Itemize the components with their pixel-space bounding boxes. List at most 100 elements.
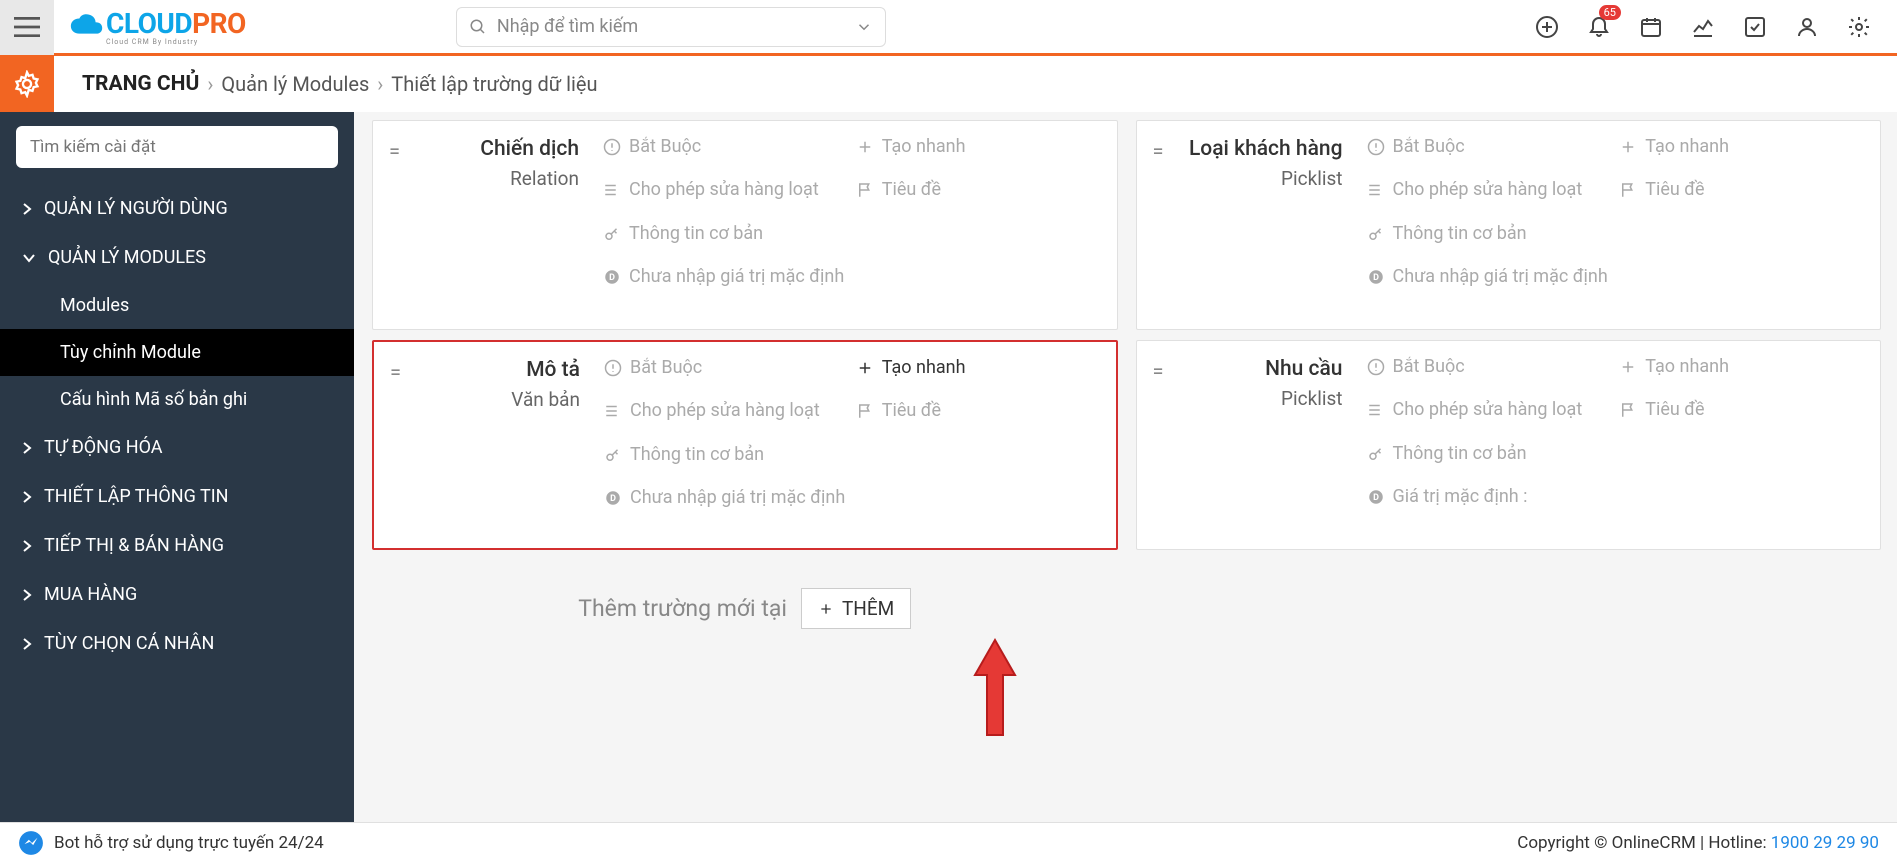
drag-handle-icon[interactable]: = (1153, 135, 1177, 311)
sidebar-item-automation[interactable]: TỰ ĐỘNG HÓA (0, 423, 354, 472)
exclamation-icon (603, 138, 621, 156)
exclamation-icon (604, 359, 622, 377)
notifications-button[interactable]: 65 (1587, 15, 1611, 39)
prop-mass-edit[interactable]: Cho phép sửa hàng loạt (1367, 398, 1612, 421)
field-name: Loại khách hàng (1177, 137, 1343, 161)
drag-handle-icon[interactable]: = (389, 135, 413, 311)
footer-hotline[interactable]: 1900 29 29 90 (1771, 833, 1879, 853)
top-header: CLOUDPRO Cloud CRM By Industry 65 (0, 0, 1897, 56)
prop-quick-create[interactable]: Tạo nhanh (1619, 135, 1864, 158)
sidebar-search (16, 126, 338, 168)
prop-header[interactable]: Tiêu đề (856, 399, 1100, 422)
tasks-button[interactable] (1743, 15, 1767, 39)
drag-handle-icon[interactable]: = (1153, 355, 1177, 531)
prop-header[interactable]: Tiêu đề (1619, 398, 1864, 421)
field-header: Chiến dịch Relation (413, 135, 603, 311)
logo[interactable]: CLOUDPRO Cloud CRM By Industry (68, 7, 246, 46)
prop-basic[interactable]: Thông tin cơ bản (1367, 442, 1865, 465)
add-button[interactable] (1535, 15, 1559, 39)
notification-badge: 65 (1599, 5, 1621, 20)
analytics-button[interactable] (1691, 15, 1715, 39)
settings-indicator[interactable] (0, 56, 54, 112)
prop-mass-edit[interactable]: Cho phép sửa hàng loạt (1367, 178, 1612, 201)
settings-sidebar: QUẢN LÝ NGƯỜI DÙNG QUẢN LÝ MODULES Modul… (0, 112, 354, 822)
svg-text:D: D (609, 273, 615, 283)
prop-required[interactable]: Bắt Buộc (1367, 135, 1612, 158)
prop-default[interactable]: DChưa nhập giá trị mặc định (604, 486, 1100, 509)
prop-required[interactable]: Bắt Buộc (603, 135, 848, 158)
header-icons: 65 (1535, 15, 1897, 39)
field-card-customer-type[interactable]: = Loại khách hàng Picklist Bắt Buộc Tạo … (1136, 120, 1882, 330)
chevron-right-icon (22, 490, 32, 504)
search-icon (469, 18, 487, 36)
gear-icon (13, 70, 41, 98)
footer-copyright: Copyright © OnlineCRM (1517, 833, 1696, 853)
prop-default[interactable]: DChưa nhập giá trị mặc định (1367, 265, 1865, 288)
content-area: = Chiến dịch Relation Bắt Buộc Tạo nhanh… (354, 112, 1897, 822)
prop-basic[interactable]: Thông tin cơ bản (604, 443, 1100, 466)
sidebar-item-info[interactable]: THIẾT LẬP THÔNG TIN (0, 472, 354, 521)
plus-circle-icon (1535, 15, 1559, 39)
sidebar-item-label: THIẾT LẬP THÔNG TIN (44, 486, 228, 507)
prop-required[interactable]: Bắt Buộc (604, 356, 848, 379)
flag-icon (1619, 181, 1637, 199)
plus-icon (1619, 358, 1637, 376)
sidebar-item-label: TỰ ĐỘNG HÓA (44, 437, 163, 458)
sidebar-search-input[interactable] (16, 126, 338, 168)
prop-quick-create[interactable]: Tạo nhanh (856, 135, 1101, 158)
profile-button[interactable] (1795, 15, 1819, 39)
prop-basic[interactable]: Thông tin cơ bản (1367, 222, 1865, 245)
d-circle-icon: D (1367, 488, 1385, 506)
field-properties: Bắt Buộc Tạo nhanh Cho phép sửa hàng loạ… (1367, 135, 1865, 311)
breadcrumb-bar: TRANG CHỦ › Quản lý Modules › Thiết lập … (0, 56, 1897, 112)
sidebar-item-users[interactable]: QUẢN LÝ NGƯỜI DÙNG (0, 184, 354, 233)
layers-icon (1367, 401, 1385, 419)
field-properties: Bắt Buộc Tạo nhanh Cho phép sửa hàng loạ… (1367, 355, 1865, 531)
gear-icon (1847, 15, 1871, 39)
field-type: Relation (413, 167, 579, 190)
calendar-button[interactable] (1639, 15, 1663, 39)
prop-default[interactable]: DChưa nhập giá trị mặc định (603, 265, 1101, 288)
breadcrumb: TRANG CHỦ › Quản lý Modules › Thiết lập … (82, 72, 598, 96)
prop-header[interactable]: Tiêu đề (856, 178, 1101, 201)
field-card-description[interactable]: = Mô tả Văn bản Bắt Buộc Tạo nhanh Cho p… (372, 340, 1118, 550)
sidebar-item-personal[interactable]: TÙY CHỌN CÁ NHÂN (0, 619, 354, 668)
settings-button[interactable] (1847, 15, 1871, 39)
field-card-demand[interactable]: = Nhu cầu Picklist Bắt Buộc Tạo nhanh Ch… (1136, 340, 1882, 550)
sidebar-item-marketing[interactable]: TIẾP THỊ & BÁN HÀNG (0, 521, 354, 570)
footer-hotline-label: Hotline: (1708, 833, 1766, 853)
global-search[interactable] (456, 7, 886, 47)
user-icon (1795, 15, 1819, 39)
prop-mass-edit[interactable]: Cho phép sửa hàng loạt (603, 178, 848, 201)
prop-mass-edit[interactable]: Cho phép sửa hàng loạt (604, 399, 848, 422)
sidebar-item-modules[interactable]: QUẢN LÝ MODULES (0, 233, 354, 282)
sidebar-sub-modules[interactable]: Modules (0, 282, 354, 329)
sidebar-item-label: TIẾP THỊ & BÁN HÀNG (44, 535, 224, 556)
add-field-button[interactable]: THÊM (801, 588, 911, 629)
add-field-row: Thêm trường mới tại THÊM (372, 560, 1118, 657)
drag-handle-icon[interactable]: = (390, 356, 414, 530)
field-header: Nhu cầu Picklist (1177, 355, 1367, 531)
search-input[interactable] (497, 16, 855, 37)
sidebar-sub-customize[interactable]: Tùy chỉnh Module (0, 329, 354, 376)
messenger-icon[interactable] (18, 830, 44, 856)
field-properties: Bắt Buộc Tạo nhanh Cho phép sửa hàng loạ… (603, 135, 1101, 311)
prop-required[interactable]: Bắt Buộc (1367, 355, 1612, 378)
prop-header[interactable]: Tiêu đề (1619, 178, 1864, 201)
exclamation-icon (1367, 138, 1385, 156)
breadcrumb-modules[interactable]: Quản lý Modules (221, 72, 369, 96)
field-card-campaign[interactable]: = Chiến dịch Relation Bắt Buộc Tạo nhanh… (372, 120, 1118, 330)
sidebar-item-purchase[interactable]: MUA HÀNG (0, 570, 354, 619)
hamburger-menu[interactable] (0, 0, 54, 55)
prop-quick-create[interactable]: Tạo nhanh (856, 356, 1100, 379)
breadcrumb-fields: Thiết lập trường dữ liệu (391, 72, 597, 96)
breadcrumb-home[interactable]: TRANG CHỦ (82, 72, 199, 96)
prop-quick-create[interactable]: Tạo nhanh (1619, 355, 1864, 378)
chevron-down-icon[interactable] (855, 18, 873, 36)
plus-icon (1619, 138, 1637, 156)
sidebar-item-label: MUA HÀNG (44, 584, 137, 605)
prop-default[interactable]: DGiá trị mặc định : (1367, 485, 1865, 508)
flag-icon (1619, 401, 1637, 419)
sidebar-sub-numbering[interactable]: Cấu hình Mã số bản ghi (0, 376, 354, 423)
prop-basic[interactable]: Thông tin cơ bản (603, 222, 1101, 245)
